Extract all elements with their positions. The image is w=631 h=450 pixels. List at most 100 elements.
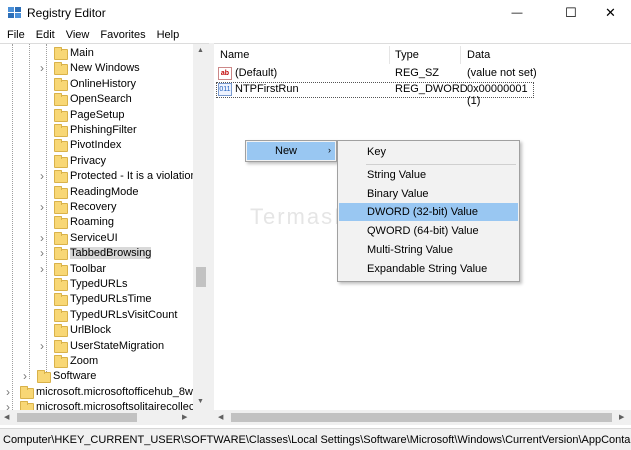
menu-favorites[interactable]: Favorites bbox=[100, 29, 145, 41]
expand-chevron-icon[interactable]: › bbox=[40, 200, 44, 214]
menu-item-key[interactable]: Key bbox=[339, 143, 518, 161]
scroll-right-icon[interactable]: ▶ bbox=[619, 413, 624, 421]
tree-node[interactable]: › Software bbox=[0, 369, 195, 384]
expand-chevron-icon[interactable]: › bbox=[40, 169, 44, 183]
tree-node-label: Roaming bbox=[70, 216, 115, 229]
tree-node[interactable]: › microsoft.microsoftofficehub_8wel bbox=[0, 385, 201, 400]
column-header-data[interactable]: Data bbox=[467, 44, 587, 66]
tree-node[interactable]: TypedURLsVisitCount bbox=[0, 308, 195, 323]
expand-chevron-icon[interactable]: › bbox=[40, 262, 44, 276]
tree-node[interactable]: Zoom bbox=[0, 354, 195, 369]
scroll-up-icon[interactable]: ▲ bbox=[197, 47, 204, 54]
list-hscroll-thumb[interactable] bbox=[231, 413, 612, 422]
folder-icon bbox=[54, 262, 68, 276]
registry-tree[interactable]: Main › New Windows OnlineHistory OpenSearch P… bbox=[0, 43, 209, 425]
tree-horizontal-scrollbar[interactable]: ◀ ▶ bbox=[0, 410, 209, 425]
tree-node[interactable]: Roaming bbox=[0, 215, 195, 230]
tree-node-label: TabbedBrowsing bbox=[70, 247, 152, 260]
tree-node-label: PageSetup bbox=[70, 108, 125, 121]
tree-node[interactable]: Main bbox=[0, 46, 195, 61]
maximize-icon: ☐ bbox=[565, 5, 577, 20]
value-type: REG_SZ bbox=[395, 67, 440, 79]
tree-vertical-scrollbar[interactable]: ▲ ▼ bbox=[193, 44, 209, 410]
tree-node[interactable]: › ServiceUI bbox=[0, 231, 195, 246]
column-header-name[interactable]: Name bbox=[220, 44, 390, 66]
expand-chevron-icon[interactable]: › bbox=[23, 369, 27, 383]
tree-node[interactable]: › Toolbar bbox=[0, 262, 195, 277]
folder-icon bbox=[54, 47, 68, 60]
tree-node[interactable]: › UserStateMigration bbox=[0, 339, 195, 354]
value-type: REG_DWORD bbox=[395, 83, 468, 95]
menu-item-label: Multi-String Value bbox=[367, 244, 453, 256]
scroll-left-icon[interactable]: ◀ bbox=[4, 413, 9, 421]
tree-node[interactable]: › New Windows bbox=[0, 61, 195, 76]
tree-node-label: microsoft.microsoftofficehub_8wel bbox=[36, 385, 202, 398]
tree-node[interactable]: PageSetup bbox=[0, 108, 195, 123]
menu-view[interactable]: View bbox=[66, 29, 90, 41]
menu-item-dword-value[interactable]: DWORD (32-bit) Value bbox=[339, 203, 518, 221]
menu-edit[interactable]: Edit bbox=[36, 29, 55, 41]
menu-item-label: Key bbox=[367, 146, 386, 158]
expand-chevron-icon[interactable]: › bbox=[40, 231, 44, 245]
expand-chevron-icon[interactable]: › bbox=[40, 246, 44, 260]
menu-help[interactable]: Help bbox=[157, 29, 180, 41]
menu-item-expandable-string-value[interactable]: Expandable String Value bbox=[339, 260, 518, 278]
tree-node[interactable]: › Recovery bbox=[0, 200, 195, 215]
maximize-button[interactable]: ☐ bbox=[548, 0, 594, 26]
column-divider[interactable] bbox=[389, 46, 390, 64]
minimize-button[interactable]: — bbox=[494, 0, 540, 26]
window-title: Registry Editor bbox=[27, 6, 106, 20]
tree-node[interactable]: PivotIndex bbox=[0, 138, 195, 153]
tree-node[interactable]: TypedURLs bbox=[0, 277, 195, 292]
tree-node[interactable]: PhishingFilter bbox=[0, 123, 195, 138]
column-header-type[interactable]: Type bbox=[395, 44, 465, 66]
tree-node-label: ReadingMode bbox=[70, 185, 139, 198]
list-horizontal-scrollbar[interactable]: ◀ ▶ bbox=[214, 410, 631, 425]
tree-node[interactable]: OnlineHistory bbox=[0, 77, 195, 92]
menu-item-new[interactable]: New › bbox=[247, 142, 335, 160]
scroll-down-icon[interactable]: ▼ bbox=[197, 398, 204, 405]
expand-chevron-icon[interactable]: › bbox=[6, 385, 10, 399]
minimize-icon: — bbox=[511, 7, 523, 19]
menu-bar: File Edit View Favorites Help bbox=[0, 26, 631, 44]
value-row[interactable]: ab (Default) REG_SZ (value not set) bbox=[214, 66, 631, 82]
scroll-right-icon[interactable]: ▶ bbox=[182, 413, 187, 421]
tree-node[interactable]: › Protected - It is a violation o bbox=[0, 169, 206, 184]
value-row[interactable]: 011 NTPFirstRun REG_DWORD 0x00000001 (1) bbox=[216, 82, 534, 107]
registry-path: Computer\HKEY_CURRENT_USER\SOFTWARE\Clas… bbox=[3, 434, 631, 446]
column-name-label: Name bbox=[220, 49, 250, 61]
menu-item-string-value[interactable]: String Value bbox=[339, 166, 518, 184]
title-bar: Registry Editor — ☐ ✕ bbox=[0, 0, 631, 26]
tree-node[interactable]: › TabbedBrowsing bbox=[0, 246, 195, 261]
tree-node[interactable]: OpenSearch bbox=[0, 92, 195, 107]
menu-item-qword-value[interactable]: QWORD (64-bit) Value bbox=[339, 222, 518, 240]
tree-node-label: Main bbox=[70, 47, 94, 59]
tree-node[interactable]: UrlBlock bbox=[0, 323, 195, 338]
close-button[interactable]: ✕ bbox=[590, 0, 631, 26]
menu-item-multi-string-value[interactable]: Multi-String Value bbox=[339, 241, 518, 259]
folder-icon bbox=[37, 370, 51, 384]
tree-scroll-thumb[interactable] bbox=[196, 267, 206, 287]
expand-chevron-icon[interactable]: › bbox=[40, 61, 44, 75]
tree-hscroll-thumb[interactable] bbox=[17, 413, 137, 422]
tree-node-label: ServiceUI bbox=[70, 231, 118, 244]
tree-node-label: OnlineHistory bbox=[70, 77, 137, 90]
menu-item-label: DWORD (32-bit) Value bbox=[367, 206, 479, 218]
folder-icon bbox=[54, 154, 68, 168]
tree-node[interactable]: Privacy bbox=[0, 154, 195, 169]
column-data-label: Data bbox=[467, 49, 491, 61]
value-data: 0x00000001 (1) bbox=[467, 83, 528, 107]
folder-icon bbox=[54, 124, 68, 137]
tree-node[interactable]: TypedURLsTime bbox=[0, 292, 195, 307]
tree-node[interactable]: ReadingMode bbox=[0, 185, 195, 200]
folder-icon bbox=[54, 293, 68, 307]
scroll-left-icon[interactable]: ◀ bbox=[218, 413, 223, 421]
tree-node-label: Zoom bbox=[70, 355, 99, 367]
folder-icon bbox=[54, 108, 68, 122]
menu-file[interactable]: File bbox=[7, 29, 25, 41]
tree-node-label: PivotIndex bbox=[70, 139, 122, 152]
tree-node-label: UrlBlock bbox=[70, 324, 111, 337]
column-divider[interactable] bbox=[460, 46, 461, 64]
expand-chevron-icon[interactable]: › bbox=[40, 339, 44, 353]
menu-item-binary-value[interactable]: Binary Value bbox=[339, 185, 518, 203]
